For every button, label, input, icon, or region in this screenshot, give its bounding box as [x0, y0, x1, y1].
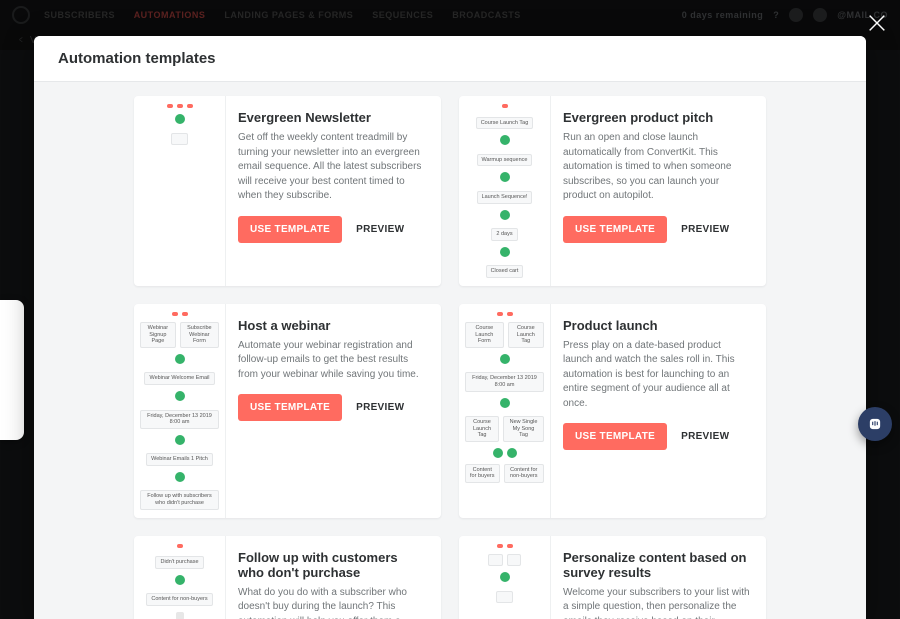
use-template-button[interactable]: USE TEMPLATE	[238, 394, 342, 421]
side-widget[interactable]	[0, 300, 24, 440]
use-template-button[interactable]: USE TEMPLATE	[563, 216, 667, 243]
preview-link[interactable]: PREVIEW	[681, 224, 729, 235]
template-desc: Get off the weekly content treadmill by …	[238, 131, 425, 204]
template-desc: Run an open and close launch automatical…	[563, 131, 750, 204]
use-template-button[interactable]: USE TEMPLATE	[563, 423, 667, 450]
template-desc: Automate your webinar registration and f…	[238, 339, 425, 383]
use-template-button[interactable]: USE TEMPLATE	[238, 216, 342, 243]
template-title: Product launch	[563, 318, 750, 333]
close-modal-button[interactable]	[866, 12, 888, 34]
close-icon	[866, 12, 888, 34]
template-title: Host a webinar	[238, 318, 425, 333]
template-title: Follow up with customers who don't purch…	[238, 550, 425, 580]
template-thumb: Course Launch FormCourse Launch Tag Frid…	[459, 304, 551, 518]
template-desc: What do you do with a subscriber who doe…	[238, 586, 425, 619]
chat-icon	[867, 416, 883, 432]
template-card-personalize-content-survey: Personalize content based on survey resu…	[459, 536, 766, 619]
template-card-follow-up-non-purchasers: Didn't purchase Content for non-buyers E…	[134, 536, 441, 619]
template-thumb: Didn't purchase Content for non-buyers E…	[134, 536, 226, 619]
template-title: Evergreen product pitch	[563, 110, 750, 125]
template-title: Personalize content based on survey resu…	[563, 550, 750, 580]
modal-title: Automation templates	[34, 36, 866, 82]
preview-link[interactable]: PREVIEW	[356, 402, 404, 413]
template-card-host-a-webinar: Webinar Signup PageSubscribe Webinar For…	[134, 304, 441, 518]
automation-templates-modal: Automation templates Evergreen Newslette…	[34, 36, 866, 619]
template-card-evergreen-product-pitch: Course Launch Tag Warmup sequence Launch…	[459, 96, 766, 286]
intercom-launcher[interactable]	[858, 407, 892, 441]
template-desc: Press play on a date-based product launc…	[563, 339, 750, 412]
template-desc: Welcome your subscribers to your list wi…	[563, 586, 750, 619]
template-thumb	[459, 536, 551, 619]
preview-link[interactable]: PREVIEW	[681, 431, 729, 442]
template-thumb: Course Launch Tag Warmup sequence Launch…	[459, 96, 551, 286]
template-thumb: Webinar Signup PageSubscribe Webinar For…	[134, 304, 226, 518]
template-card-evergreen-newsletter: Evergreen Newsletter Get off the weekly …	[134, 96, 441, 286]
templates-grid: Evergreen Newsletter Get off the weekly …	[34, 82, 866, 619]
template-card-product-launch: Course Launch FormCourse Launch Tag Frid…	[459, 304, 766, 518]
preview-link[interactable]: PREVIEW	[356, 224, 404, 235]
template-thumb	[134, 96, 226, 286]
template-title: Evergreen Newsletter	[238, 110, 425, 125]
